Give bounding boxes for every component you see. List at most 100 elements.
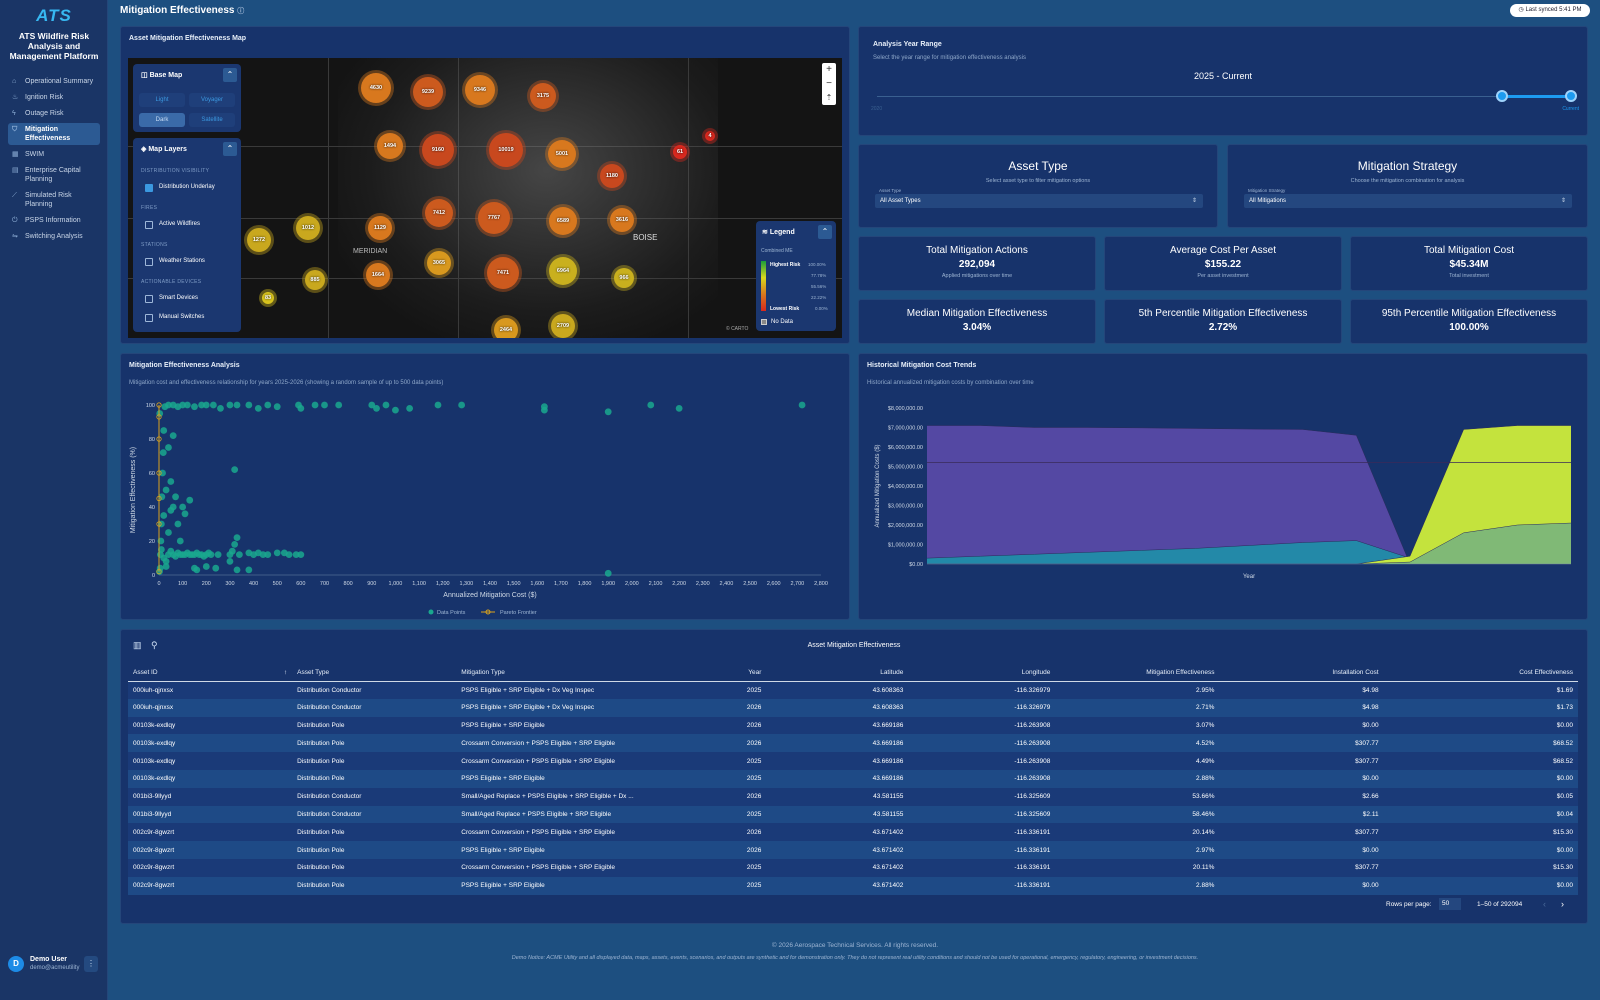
data-point[interactable]: [273, 403, 281, 411]
map-cluster[interactable]: 9160: [422, 134, 454, 166]
next-page-button[interactable]: ›: [1561, 899, 1564, 909]
map-cluster[interactable]: 9239: [413, 77, 443, 107]
data-point[interactable]: [604, 408, 612, 416]
sidebar-item-operational-summary[interactable]: ⌂ Operational Summary: [8, 75, 100, 88]
sidebar-item-simulated-risk-planning[interactable]: ⟋ Simulated Risk Planning: [8, 189, 100, 211]
column-header-asset-type[interactable]: Asset Type: [292, 665, 457, 682]
data-point[interactable]: [233, 566, 241, 574]
data-point[interactable]: [159, 449, 167, 456]
table-row[interactable]: 00103k-exdlqy Distribution Pole Crossarm C…: [128, 752, 1578, 770]
data-point[interactable]: [202, 563, 210, 570]
data-point[interactable]: [217, 405, 224, 412]
basemap-light-button[interactable]: Light: [139, 93, 185, 107]
data-point[interactable]: [159, 469, 166, 477]
table-row[interactable]: 002c9r-8gwzrt Distribution Pole PSPS Eligi…: [128, 841, 1578, 859]
data-point[interactable]: [167, 478, 175, 485]
data-point[interactable]: [193, 566, 201, 574]
table-row[interactable]: 00103k-exdlqy Distribution Pole PSPS Eligi…: [128, 716, 1578, 735]
manual-switches-checkbox[interactable]: [145, 314, 153, 322]
map-cluster[interactable]: 1664: [366, 263, 390, 287]
data-point[interactable]: [311, 401, 319, 409]
data-point[interactable]: [160, 512, 168, 519]
data-point[interactable]: [207, 551, 215, 558]
table-row[interactable]: 000iuh-qjnxsx Distribution Conductor PSPS …: [128, 698, 1578, 717]
table-row[interactable]: 002c9r-8gwzrt Distribution Pole PSPS Eligi…: [128, 876, 1578, 895]
sidebar-item-mitigation-effectiveness[interactable]: ⛉ Mitigation Effectiveness: [8, 123, 100, 145]
data-point[interactable]: [273, 549, 281, 557]
data-point[interactable]: [647, 401, 655, 409]
column-header-installation-cost[interactable]: Installation Cost: [1219, 665, 1384, 682]
data-point[interactable]: [169, 503, 177, 511]
column-header-latitude[interactable]: Latitude: [766, 665, 909, 682]
data-point[interactable]: [233, 534, 241, 541]
data-point[interactable]: [231, 541, 239, 548]
map-cluster[interactable]: 6589: [549, 207, 577, 235]
map-cluster[interactable]: 7471: [487, 257, 519, 289]
basemap-dark-button[interactable]: Dark: [139, 113, 185, 127]
active-wildfires-checkbox[interactable]: [145, 221, 153, 229]
table-row[interactable]: 00103k-exdlqy Distribution Pole Crossarm C…: [128, 734, 1578, 753]
data-point[interactable]: [176, 537, 184, 545]
map-cluster[interactable]: 1012: [296, 216, 320, 240]
data-point[interactable]: [434, 401, 442, 409]
basemap-voyager-button[interactable]: Voyager: [189, 93, 235, 107]
cost-trend-chart[interactable]: $0.00 $1,000,000.00 $2,000,000.00 $3,000,00…: [859, 390, 1587, 620]
map-cluster[interactable]: 10019: [489, 133, 523, 167]
map-cluster[interactable]: 1272: [247, 228, 271, 252]
map-cluster[interactable]: 3616: [610, 208, 634, 232]
year-range-track[interactable]: [877, 96, 1571, 97]
sidebar-item-switching-analysis[interactable]: ⇋ Switching Analysis: [8, 230, 100, 243]
data-point[interactable]: [231, 466, 239, 473]
map-cluster[interactable]: 1494: [377, 133, 403, 159]
data-point[interactable]: [285, 551, 293, 558]
data-point[interactable]: [162, 486, 170, 494]
data-point[interactable]: [254, 405, 262, 412]
data-point[interactable]: [179, 503, 187, 511]
data-point[interactable]: [321, 401, 328, 409]
info-icon[interactable]: ⓘ: [237, 8, 244, 15]
map-cluster[interactable]: 2709: [551, 314, 575, 338]
map-cluster[interactable]: 1180: [600, 164, 624, 188]
map-cluster[interactable]: 4: [705, 131, 715, 141]
year-range-end-handle[interactable]: [1565, 90, 1577, 102]
data-point[interactable]: [264, 551, 272, 558]
data-point[interactable]: [297, 551, 305, 558]
table-row[interactable]: 002c9r-8gwzrt Distribution Pole Crossarm C…: [128, 858, 1578, 877]
data-point[interactable]: [264, 401, 272, 409]
column-header-mitigation-effectiveness[interactable]: Mitigation Effectiveness: [1055, 665, 1220, 682]
data-point[interactable]: [228, 547, 236, 555]
data-point[interactable]: [212, 564, 220, 572]
data-point[interactable]: [798, 401, 806, 409]
map-cluster[interactable]: 3175: [530, 83, 556, 109]
map-cluster[interactable]: 4630: [361, 73, 391, 103]
map-cluster[interactable]: 61: [673, 145, 687, 159]
table-row[interactable]: 002c9r-8gwzrt Distribution Pole Crossarm C…: [128, 823, 1578, 842]
asset-type-select[interactable]: All Asset Types ⇕: [875, 194, 1203, 208]
data-point[interactable]: [156, 564, 164, 572]
data-point[interactable]: [245, 401, 253, 409]
map-cluster[interactable]: 9346: [465, 75, 495, 105]
column-header-longitude[interactable]: Longitude: [908, 665, 1056, 682]
data-point[interactable]: [233, 401, 241, 409]
sidebar-item-enterprise-capital-planning[interactable]: ▤ Enterprise Capital Planning: [8, 164, 100, 186]
map-cluster[interactable]: 7412: [425, 199, 453, 227]
map-cluster[interactable]: 885: [305, 270, 325, 290]
map-cluster[interactable]: 5001: [548, 140, 576, 168]
data-point[interactable]: [165, 444, 172, 451]
data-point[interactable]: [162, 563, 170, 570]
data-point[interactable]: [172, 493, 179, 501]
scatter-chart[interactable]: 0 100 200 300 400 500 600 700 800 900 1,000 1,100 1,…: [121, 390, 849, 620]
data-point[interactable]: [202, 401, 210, 409]
data-point[interactable]: [604, 569, 612, 577]
map-attribution[interactable]: © CARTO: [726, 326, 748, 332]
data-point[interactable]: [183, 401, 191, 409]
map-cluster[interactable]: 1129: [368, 216, 392, 240]
data-point[interactable]: [540, 406, 548, 414]
prev-page-button[interactable]: ‹: [1543, 899, 1546, 909]
data-point[interactable]: [169, 432, 177, 439]
data-point[interactable]: [458, 401, 466, 409]
map-cluster[interactable]: 3065: [427, 251, 451, 275]
column-header-asset-id[interactable]: Asset ID ↑: [128, 665, 293, 682]
sidebar-item-swim[interactable]: ▦ SWIM: [8, 148, 100, 161]
zoom-in-button[interactable]: +: [822, 63, 836, 77]
